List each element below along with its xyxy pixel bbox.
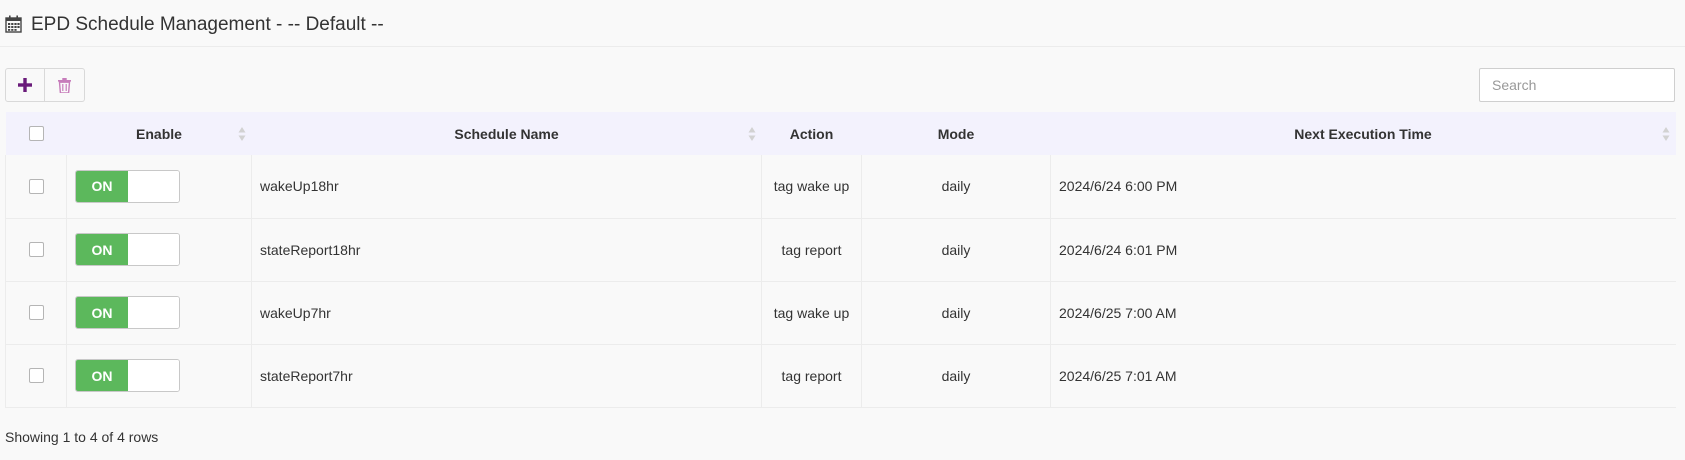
page: EPD Schedule Management - -- Default -- <box>0 0 1685 460</box>
enable-cell: ON <box>66 218 252 281</box>
action-cell: tag wake up <box>761 155 862 218</box>
delete-schedule-button[interactable] <box>45 68 85 102</box>
trash-icon <box>58 77 71 93</box>
column-header-enable-label: Enable <box>136 125 182 142</box>
mode-cell: daily <box>861 218 1051 281</box>
table-row: ON stateReport7hr tag report daily 2024/… <box>5 344 1676 407</box>
toggle-off-area <box>128 234 179 265</box>
column-header-schedule-name-label: Schedule Name <box>454 125 559 142</box>
column-header-action: Action <box>762 112 862 155</box>
schedule-name-cell: wakeUp18hr <box>251 155 762 218</box>
row-select-cell <box>5 155 67 218</box>
add-schedule-button[interactable] <box>5 68 45 102</box>
row-checkbox[interactable] <box>28 305 44 320</box>
table-row: ON stateReport18hr tag report daily 2024… <box>5 218 1676 281</box>
plus-icon <box>18 78 32 92</box>
row-select-cell <box>5 218 67 281</box>
sort-icon <box>1662 126 1669 141</box>
next-execution-time-cell: 2024/6/24 6:01 PM <box>1059 241 1178 258</box>
column-header-action-label: Action <box>789 125 834 142</box>
schedule-name-cell: wakeUp7hr <box>251 281 762 344</box>
row-select-cell <box>5 344 67 407</box>
schedule-table: Enable Schedule Name Action Mode Next Ex… <box>5 112 1676 408</box>
table-row: ON wakeUp7hr tag wake up daily 2024/6/25… <box>5 281 1676 344</box>
sort-icon <box>748 126 755 141</box>
column-header-next-execution-time-label: Next Execution Time <box>1294 125 1432 142</box>
column-header-mode: Mode <box>862 112 1051 155</box>
row-checkbox[interactable] <box>28 242 44 257</box>
mode-cell: daily <box>861 281 1051 344</box>
column-header-schedule-name[interactable]: Schedule Name <box>252 112 762 155</box>
toggle-off-area <box>128 360 179 391</box>
next-execution-time-cell: 2024/6/25 7:00 AM <box>1059 304 1177 321</box>
column-header-enable[interactable]: Enable <box>67 112 252 155</box>
toggle-on-label: ON <box>76 234 128 265</box>
action-cell: tag report <box>761 344 862 407</box>
next-execution-time-cell: 2024/6/25 7:01 AM <box>1059 367 1177 384</box>
toggle-on-label: ON <box>76 360 128 391</box>
row-select-cell <box>5 281 67 344</box>
mode-cell: daily <box>861 344 1051 407</box>
next-execution-time-cell: 2024/6/24 6:00 PM <box>1059 178 1178 195</box>
page-title: EPD Schedule Management - -- Default -- <box>31 14 384 35</box>
toggle-off-area <box>128 297 179 328</box>
page-header: EPD Schedule Management - -- Default -- <box>0 0 1685 47</box>
action-cell: tag wake up <box>761 281 862 344</box>
schedule-name-cell: stateReport18hr <box>251 218 762 281</box>
enable-cell: ON <box>66 281 252 344</box>
sort-icon <box>238 126 245 141</box>
action-cell: tag report <box>761 218 862 281</box>
toggle-on-label: ON <box>76 297 128 328</box>
toolbar <box>5 68 85 102</box>
toggle-off-area <box>128 170 179 202</box>
enable-cell: ON <box>66 344 252 407</box>
search-input[interactable] <box>1479 68 1675 102</box>
calendar-icon <box>5 15 22 33</box>
table-row: ON wakeUp18hr tag wake up daily 2024/6/2… <box>5 155 1676 218</box>
pagination-summary: Showing 1 to 4 of 4 rows <box>5 429 159 445</box>
table-header-row: Enable Schedule Name Action Mode Next Ex… <box>5 112 1676 155</box>
column-header-next-execution-time[interactable]: Next Execution Time <box>1051 112 1676 155</box>
mode-cell: daily <box>861 155 1051 218</box>
schedule-name-cell: stateReport7hr <box>251 344 762 407</box>
enable-toggle[interactable]: ON <box>75 296 180 329</box>
select-all-header <box>6 112 67 155</box>
enable-cell: ON <box>66 155 252 218</box>
row-checkbox[interactable] <box>28 178 44 194</box>
column-header-mode-label: Mode <box>937 125 975 142</box>
row-checkbox[interactable] <box>28 368 44 383</box>
enable-toggle[interactable]: ON <box>75 359 180 392</box>
select-all-checkbox[interactable] <box>28 126 44 141</box>
enable-toggle[interactable]: ON <box>75 169 180 203</box>
toggle-on-label: ON <box>76 170 128 202</box>
enable-toggle[interactable]: ON <box>75 233 180 266</box>
